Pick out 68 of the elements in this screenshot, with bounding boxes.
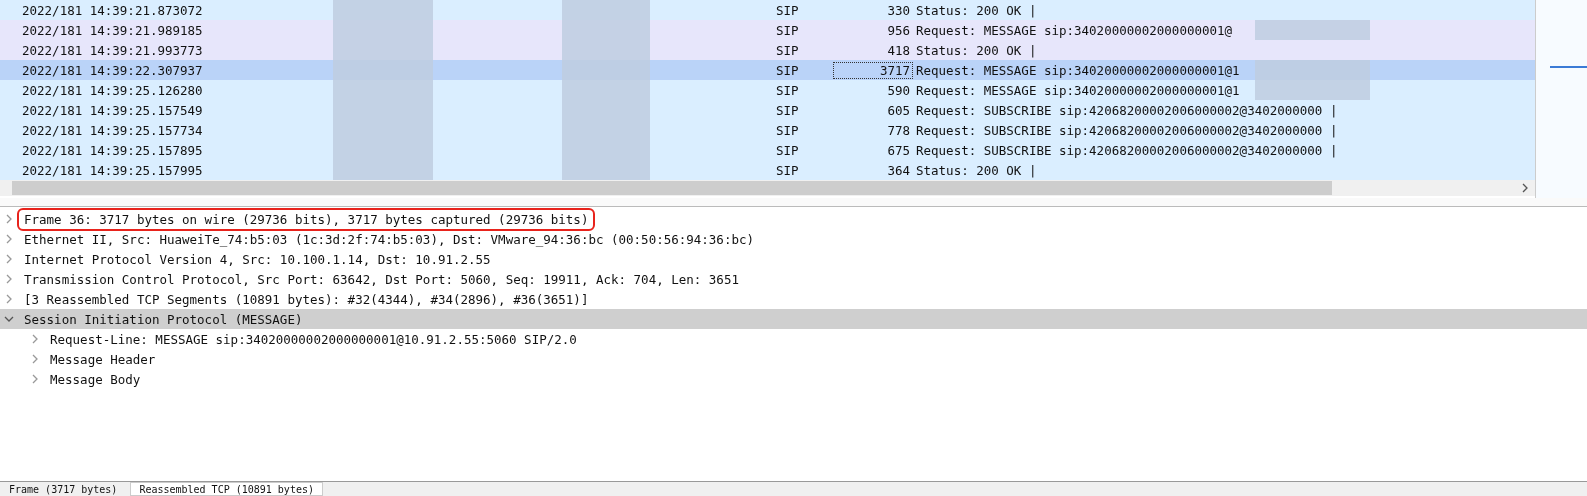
time-cell-text: 2022/181 14:39:21.873072 (22, 2, 204, 18)
time-cell-text: 2022/181 14:39:25.126280 (22, 82, 204, 98)
time-cell-text: 2022/181 14:39:22.307937 (22, 62, 204, 78)
length-cell-text: 675 (886, 141, 911, 159)
protocol-cell-text: SIP (776, 2, 800, 18)
packet-row[interactable]: 2022/181 14:39:25.157549 SIP 605 Request: SUBSCRIBE sip:42068200002006000002@3402000000 | (0, 100, 1535, 120)
packet-minimap[interactable] (1535, 0, 1587, 198)
packet-row[interactable]: 2022/181 14:39:21.873072 SIP 330 Status: 200 OK | (0, 0, 1535, 20)
tree-label: Message Body (49, 370, 142, 388)
protocol-cell-text: SIP (776, 102, 800, 118)
tree-row[interactable]: Frame 36: 3717 bytes on wire (29736 bits), 3717 bytes captured (29736 bits) (0, 209, 1587, 229)
protocol-cell-text: SIP (776, 22, 800, 38)
time-cell-text: 2022/181 14:39:21.989185 (22, 22, 204, 38)
info-cell-text: Status: 200 OK | (915, 162, 1038, 178)
tree-row[interactable]: Request-Line: MESSAGE sip:34020000002000000001@10.91.2.55:5060 SIP/2.0 (0, 329, 1587, 349)
length-cell-text: 590 (886, 81, 911, 99)
packet-row[interactable]: 2022/181 14:39:25.157895 SIP 675 Request: SUBSCRIBE sip:42068200002006000002@3402000000 | (0, 140, 1535, 160)
tree-row[interactable]: [3 Reassembled TCP Segments (10891 bytes): #32(4344), #34(2896), #36(3651)] (0, 289, 1587, 309)
info-cell-text: Request: MESSAGE sip:34020000002000000001@1 (915, 82, 1241, 98)
length-cell-text: 956 (886, 21, 911, 39)
info-cell-text: Request: MESSAGE sip:34020000002000000001@ (915, 22, 1234, 38)
packet-row[interactable]: 2022/181 14:39:21.993773 SIP 418 Status: 200 OK | (0, 40, 1535, 60)
tree-label: Internet Protocol Version 4, Src: 10.100.1.14, Dst: 10.91.2.55 (23, 250, 492, 268)
protocol-cell-text: SIP (776, 42, 800, 58)
protocol-cell-text: SIP (776, 82, 800, 98)
info-cell-text: Request: SUBSCRIBE sip:42068200002006000002@3402000000 | (915, 142, 1339, 158)
tree-label: Message Header (49, 350, 157, 368)
length-cell-text: 778 (886, 121, 911, 139)
protocol-cell-text: SIP (776, 62, 800, 78)
length-cell: 3717 (833, 61, 913, 79)
info-cell-text: Request: SUBSCRIBE sip:42068200002006000002@3402000000 | (915, 122, 1339, 138)
tree-row[interactable]: Transmission Control Protocol, Src Port: 63642, Dst Port: 5060, Seq: 19911, Ack: 704, Len: 3651 (0, 269, 1587, 289)
tree-row[interactable]: Message Header (0, 349, 1587, 369)
tree-row[interactable]: Message Body (0, 369, 1587, 389)
tree-label: Ethernet II, Src: HuaweiTe_74:b5:03 (1c:3d:2f:74:b5:03), Dst: VMware_94:36:bc (00:50:56:94:36:bc) (23, 230, 755, 248)
packet-row[interactable]: 2022/181 14:39:25.126280 SIP 590 Request: MESSAGE sip:34020000002000000001@1 (0, 80, 1535, 100)
protocol-cell-text: SIP (776, 162, 800, 178)
length-cell-text: 605 (886, 101, 911, 119)
info-cell-text: Status: 200 OK | (915, 2, 1038, 18)
tree-label: Transmission Control Protocol, Src Port: 63642, Dst Port: 5060, Seq: 19911, Ack: 704, Len: 3651 (23, 270, 740, 288)
time-cell-text: 2022/181 14:39:25.157895 (22, 142, 204, 158)
packet-row[interactable]: 2022/181 14:39:25.157995 SIP 364 Status: 200 OK | (0, 160, 1535, 180)
time-cell-text: 2022/181 14:39:25.157734 (22, 122, 204, 138)
tree-row[interactable]: Session Initiation Protocol (MESSAGE) (0, 309, 1587, 329)
time-cell-text: 2022/181 14:39:25.157549 (22, 102, 204, 118)
packet-row[interactable]: 2022/181 14:39:21.989185 SIP 956 Request: MESSAGE sip:34020000002000000001@ (0, 20, 1535, 40)
tree-label: Request-Line: MESSAGE sip:34020000002000000001@10.91.2.55:5060 SIP/2.0 (49, 330, 578, 348)
tree-label: [3 Reassembled TCP Segments (10891 bytes): #32(4344), #34(2896), #36(3651)] (23, 290, 590, 308)
protocol-cell-text: SIP (776, 142, 800, 158)
info-cell-text: Request: MESSAGE sip:34020000002000000001@1 (915, 62, 1241, 78)
tree-label: Frame 36: 3717 bytes on wire (29736 bits), 3717 bytes captured (29736 bits) (20, 210, 593, 228)
tree-row[interactable]: Internet Protocol Version 4, Src: 10.100.1.14, Dst: 10.91.2.55 (0, 249, 1587, 269)
info-cell-text: Request: SUBSCRIBE sip:42068200002006000002@3402000000 | (915, 102, 1339, 118)
length-cell-text: 364 (886, 161, 911, 179)
time-cell-text: 2022/181 14:39:25.157995 (22, 162, 204, 178)
length-cell-text: 418 (886, 41, 911, 59)
bytes-tab[interactable]: Reassembled TCP (10891 bytes) (130, 482, 323, 496)
scroll-right-icon[interactable] (1521, 183, 1529, 193)
tree-row[interactable]: Ethernet II, Src: HuaweiTe_74:b5:03 (1c:3d:2f:74:b5:03), Dst: VMware_94:36:bc (00:50:56:94:36:bc) (0, 229, 1587, 249)
packet-row[interactable]: 2022/181 14:39:25.157734 SIP 778 Request: SUBSCRIBE sip:42068200002006000002@3402000000 | (0, 120, 1535, 140)
length-cell-text: 330 (886, 1, 911, 19)
horizontal-scrollbar[interactable] (0, 180, 1535, 196)
info-cell-text: Status: 200 OK | (915, 42, 1038, 58)
time-cell-text: 2022/181 14:39:21.993773 (22, 42, 204, 58)
protocol-cell-text: SIP (776, 122, 800, 138)
tree-label: Session Initiation Protocol (MESSAGE) (23, 310, 304, 328)
chevron-down-icon[interactable] (4, 314, 14, 324)
packet-row[interactable]: 2022/181 14:39:22.307937 SIP 3717 Request: MESSAGE sip:34020000002000000001@1 (0, 60, 1535, 80)
